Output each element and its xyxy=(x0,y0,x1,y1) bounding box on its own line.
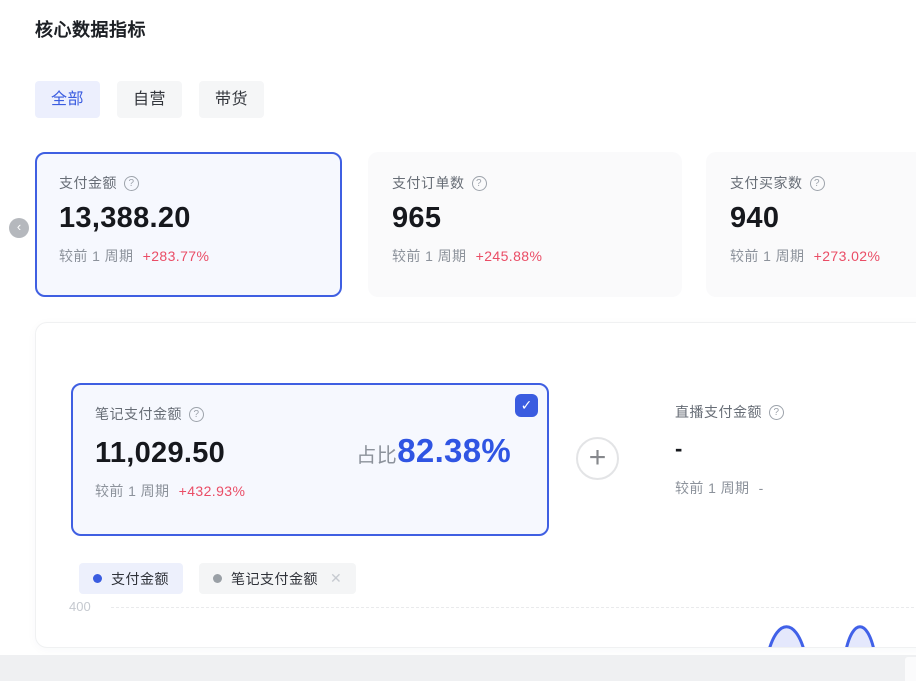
legend-dot-gray xyxy=(213,574,222,583)
share-label: 占比 xyxy=(356,439,397,468)
help-icon[interactable]: ? xyxy=(124,176,139,191)
note-value-row: 11,029.50 占比 82.38% xyxy=(95,432,525,470)
metric-label-text: 直播支付金额 xyxy=(675,402,762,422)
metric-card-payment-amount[interactable]: 支付金额 ? 13,388.20 较前 1 周期 +283.77% xyxy=(35,152,342,297)
metric-label: 笔记支付金额 ? xyxy=(95,404,525,424)
metric-delta: 较前 1 周期 +245.88% xyxy=(392,246,658,266)
help-icon[interactable]: ? xyxy=(189,407,204,422)
chart-panel: ✓ 笔记支付金额 ? 11,029.50 占比 82.38% 较前 1 周期 +… xyxy=(35,322,916,648)
metric-card-row: 支付金额 ? 13,388.20 较前 1 周期 +283.77% 支付订单数 … xyxy=(35,152,916,297)
chart-legend: 支付金额 笔记支付金额 ✕ xyxy=(79,563,356,594)
compare-label: 较前 1 周期 xyxy=(730,248,804,264)
metric-delta: 较前 1 周期 +432.93% xyxy=(95,481,525,501)
delta-value: +283.77% xyxy=(143,248,210,264)
metric-label-text: 支付订单数 xyxy=(392,173,465,193)
note-card-checkbox[interactable]: ✓ xyxy=(515,394,538,417)
help-icon[interactable]: ? xyxy=(769,405,784,420)
metric-label: 支付买家数 ? xyxy=(730,173,916,193)
metric-delta: 较前 1 周期 +283.77% xyxy=(59,246,318,266)
plus-icon: + xyxy=(589,441,607,474)
legend-label: 笔记支付金额 xyxy=(231,569,318,589)
y-axis-tick-400: 400 xyxy=(69,599,91,614)
sub-card-note-payment[interactable]: ✓ 笔记支付金额 ? 11,029.50 占比 82.38% 较前 1 周期 +… xyxy=(71,383,549,536)
metric-value: 965 xyxy=(392,202,658,235)
metric-label: 支付订单数 ? xyxy=(392,173,658,193)
metric-value: 940 xyxy=(730,202,916,235)
metric-delta: 较前 1 周期 +273.02% xyxy=(730,246,916,266)
metric-delta: 较前 1 周期 - xyxy=(675,478,916,498)
chevron-left-icon: ‹ xyxy=(17,219,21,234)
delta-value: +245.88% xyxy=(476,248,543,264)
tab-self-operated[interactable]: 自营 xyxy=(117,81,182,118)
help-icon[interactable]: ? xyxy=(810,176,825,191)
metric-label: 支付金额 ? xyxy=(59,173,318,193)
add-metric-button[interactable]: + xyxy=(576,437,619,480)
metric-label-text: 笔记支付金额 xyxy=(95,404,182,424)
tab-affiliate[interactable]: 带货 xyxy=(199,81,264,118)
metric-value: 11,029.50 xyxy=(95,437,225,470)
metric-label: 直播支付金额 ? xyxy=(675,402,916,422)
share-group: 占比 82.38% xyxy=(356,432,525,470)
compare-label: 较前 1 周期 xyxy=(95,483,169,499)
delta-value: - xyxy=(759,480,764,496)
help-icon[interactable]: ? xyxy=(472,176,487,191)
bottom-right-widget-corner xyxy=(905,657,916,681)
sub-card-live-payment[interactable]: 直播支付金额 ? - 较前 1 周期 - xyxy=(661,383,916,536)
legend-label: 支付金额 xyxy=(111,569,169,589)
delta-value: +432.93% xyxy=(179,483,246,499)
legend-item-note-payment-amount[interactable]: 笔记支付金额 ✕ xyxy=(199,563,356,594)
compare-label: 较前 1 周期 xyxy=(392,248,466,264)
share-value: 82.38% xyxy=(397,432,511,470)
scope-tabs: 全部 自营 带货 xyxy=(35,81,264,118)
carousel-prev-button[interactable]: ‹ xyxy=(9,218,29,238)
metric-card-payment-buyers[interactable]: 支付买家数 ? 940 较前 1 周期 +273.02% xyxy=(706,152,916,297)
metric-value: 13,388.20 xyxy=(59,202,318,235)
delta-value: +273.02% xyxy=(814,248,881,264)
chart-gridline xyxy=(111,607,916,608)
legend-item-payment-amount[interactable]: 支付金额 xyxy=(79,563,183,594)
metric-label-text: 支付买家数 xyxy=(730,173,803,193)
line-chart-curve xyxy=(741,616,911,648)
tab-all[interactable]: 全部 xyxy=(35,81,100,118)
check-icon: ✓ xyxy=(521,397,533,413)
legend-dot-blue xyxy=(93,574,102,583)
legend-close-icon[interactable]: ✕ xyxy=(330,570,342,587)
metric-value: - xyxy=(675,436,916,462)
metric-card-payment-orders[interactable]: 支付订单数 ? 965 较前 1 周期 +245.88% xyxy=(368,152,682,297)
metric-label-text: 支付金额 xyxy=(59,173,117,193)
page-bottom-strip xyxy=(0,655,916,681)
page-title: 核心数据指标 xyxy=(35,16,146,42)
compare-label: 较前 1 周期 xyxy=(675,480,749,496)
compare-label: 较前 1 周期 xyxy=(59,248,133,264)
